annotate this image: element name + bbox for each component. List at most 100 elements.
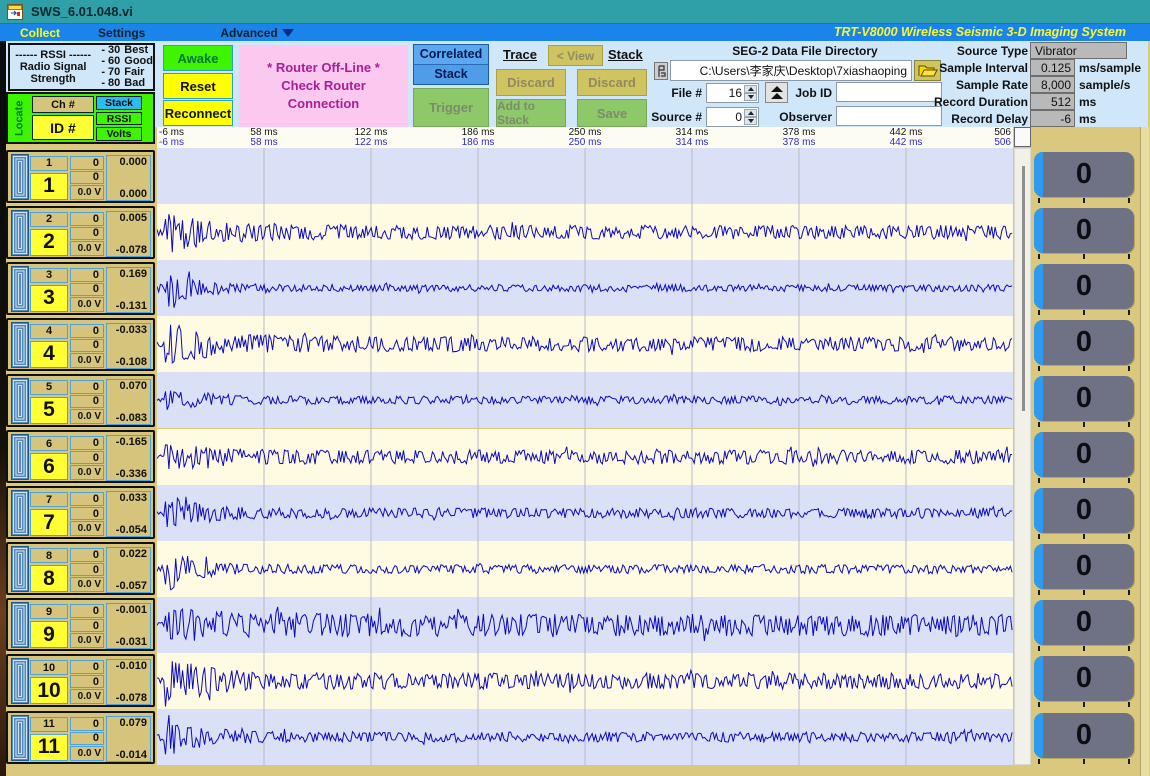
increment-file-button[interactable] [765,82,788,103]
channel-id[interactable]: 6 [30,453,68,480]
locate-button[interactable] [11,266,29,312]
coil-icon [11,154,29,200]
locate-header-label: Locate [10,96,29,140]
locate-button[interactable] [11,546,29,592]
scrollbar-thumb[interactable] [1022,166,1025,411]
channel-amplitude-values: 0.033 -0.054 [106,491,151,537]
acq-label-0: Source Type [908,44,1028,58]
axis-label: 314 ms [676,137,709,148]
channel-id[interactable]: 7 [30,509,68,536]
channel-volts: 0.0 V [70,353,104,368]
view-button[interactable]: < View [548,45,603,66]
channel-id[interactable]: 2 [30,229,68,256]
locate-button[interactable] [11,322,29,368]
channel-id[interactable]: 3 [30,285,68,312]
channel-volts: 0.0 V [70,185,104,200]
channel-min-value: -0.336 [116,468,147,480]
channel-id[interactable]: 11 [30,734,68,761]
stack-counter-display: 0 [1034,713,1134,758]
add-to-stack-button[interactable]: Add to Stack [496,99,566,127]
channel-id[interactable]: 8 [30,565,68,592]
channel-row: 8 8 0 0 0.0 V 0.022 -0.057 [6,542,155,595]
time-axis: -6 ms58 ms122 ms186 ms250 ms314 ms378 ms… [157,127,1013,148]
file-number-spinner[interactable]: 16 [706,83,759,103]
counter-value: 0 [1076,326,1092,359]
double-up-icon2 [771,93,783,99]
channel-volts: 0.0 V [70,521,104,536]
channel-rssi-value: 0 [70,339,104,352]
plot-vertical-scrollbar[interactable] [1014,148,1031,765]
reset-button[interactable]: Reset [163,73,233,99]
channel-number: 11 [30,717,68,732]
rssi-levels: - 30Best - 60Good - 70Fair - 80Bad [96,45,153,89]
locate-button[interactable] [11,658,29,704]
channel-rssi-value: 0 [70,283,104,296]
coil-icon [11,322,29,368]
channel-volts: 0.0 V [70,409,104,424]
channel-number: 2 [30,212,68,227]
stack-counter-display: 0 [1034,488,1134,533]
awake-button[interactable]: Awake [163,45,233,71]
channel-id[interactable]: 9 [30,621,68,648]
directory-path-input[interactable]: C:\Users\李家庆\Desktop\7xiashaoping [670,60,912,81]
coil-icon [11,715,29,761]
channel-id[interactable]: 5 [30,397,68,424]
scrollbar-corner [1014,127,1031,147]
locate-button[interactable] [11,434,29,480]
locate-button[interactable] [11,602,29,648]
channel-id[interactable]: 1 [30,173,68,200]
counter-scale-ticks [1034,702,1134,708]
locate-button[interactable] [11,378,29,424]
discard-trace-button[interactable]: Discard [496,69,566,96]
channel-max-value: 0.070 [119,380,147,392]
trigger-button[interactable]: Trigger [413,88,489,127]
channel-amplitude-values: -0.010 -0.078 [106,659,151,705]
counter-scale-ticks [1034,198,1134,204]
channel-volts: 0.0 V [70,689,104,704]
up-arrow-icon [748,87,754,91]
channel-number: 10 [30,660,68,675]
window-right-scrollbar[interactable] [1140,127,1149,776]
axis-label: 378 ms [783,137,816,148]
acq-unit-2: sample/s [1079,78,1130,92]
channel-rssi-value: 0 [70,227,104,240]
channel-rssi-value: 0 [70,171,104,184]
app-window: SWS_6.01.048.vi Collect Settings Advance… [0,0,1150,776]
correlated-stack-button[interactable]: Correlated Stack [413,44,489,85]
observer-label: Observer [778,110,832,124]
counter-scale-ticks [1034,422,1134,428]
counter-value: 0 [1076,606,1092,639]
locate-button[interactable] [11,715,29,761]
spinner-arrows[interactable] [744,85,757,101]
channel-row: 4 4 0 0 0.0 V -0.033 -0.108 [6,318,155,371]
channel-volts: 0.0 V [70,241,104,256]
stack-counter-display: 0 [1034,376,1134,421]
channel-min-value: -0.078 [116,244,147,256]
channel-stack-count: 0 [70,492,104,506]
discard-stack-button[interactable]: Discard [577,69,647,96]
locate-button[interactable] [11,210,29,256]
channel-id[interactable]: 4 [30,341,68,368]
spinner-arrows2[interactable] [744,109,757,125]
locate-button[interactable] [11,490,29,536]
menu-advanced[interactable]: Advanced [210,26,303,40]
locate-button[interactable] [11,154,29,200]
acq-value-2: 8,000 [1030,76,1075,93]
channel-id[interactable]: 10 [30,677,68,704]
save-button[interactable]: Save [577,99,647,127]
brand-title: TRT-V8000 Wireless Seismic 3-D Imaging S… [834,25,1126,39]
channel-amplitude-values: 0.169 -0.131 [106,267,151,313]
menu-settings[interactable]: Settings [88,26,155,40]
source-number-spinner[interactable]: 0 [706,107,759,127]
counter-scale-ticks [1034,759,1134,765]
channel-amplitude-values: -0.165 -0.336 [106,435,151,481]
channel-volts: 0.0 V [70,633,104,648]
channel-amplitude-values: -0.001 -0.031 [106,603,151,649]
channel-min-value: -0.014 [116,749,147,761]
counter-level-bar [1034,656,1043,701]
volts-header: Volts [96,127,142,141]
reconnect-button[interactable]: Reconnect [163,100,233,126]
acq-label-1: Sample Interval [908,61,1028,75]
stack-header: Stack [96,96,142,110]
menu-collect[interactable]: Collect [10,26,70,40]
